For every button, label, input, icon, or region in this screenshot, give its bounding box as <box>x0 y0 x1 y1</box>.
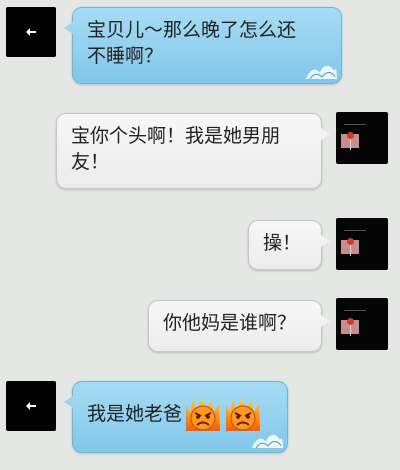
message-bubble-incoming[interactable]: 我是她老爸 <box>64 381 288 453</box>
chat-conversation: 宝贝儿～那么晚了怎么还 不睡啊？ 宝你个头啊！我是她男朋 友！ 操！ 你他妈是谁… <box>0 0 400 470</box>
message-text-line: 宝贝儿～那么晚了怎么还 <box>87 19 297 41</box>
back-arrow-icon <box>26 402 36 410</box>
message-bubble-outgoing[interactable]: 操！ <box>248 220 330 270</box>
my-avatar[interactable] <box>336 218 388 270</box>
angry-face-emoji <box>186 397 221 431</box>
bubble-tail <box>321 128 330 140</box>
wave-icon <box>306 65 337 80</box>
message-text: 你他妈是谁啊？ <box>163 312 297 334</box>
message-bubble-outgoing[interactable]: 宝你个头啊！我是她男朋 友！ <box>56 113 330 189</box>
avatar-detail <box>350 138 351 150</box>
message-bubble-incoming[interactable]: 宝贝儿～那么晚了怎么还 不睡啊？ <box>64 7 342 84</box>
wave-icon <box>252 434 283 449</box>
message-text-line: 友！ <box>71 151 110 173</box>
avatar-detail <box>350 244 351 256</box>
back-arrow-icon <box>26 28 36 36</box>
bubble-tail <box>321 235 330 247</box>
bubble-tail <box>64 22 73 34</box>
avatar-detail <box>344 230 366 231</box>
avatar-detail <box>347 318 354 325</box>
my-avatar[interactable] <box>336 112 388 164</box>
message-text: 操！ <box>263 232 302 254</box>
avatar-detail <box>350 324 351 336</box>
message-text: 我是她老爸 <box>87 403 183 425</box>
contact-avatar[interactable] <box>6 7 56 57</box>
avatar-detail <box>344 124 366 125</box>
bubble-tail <box>321 315 330 327</box>
message-text-line: 宝你个头啊！我是她男朋 <box>71 125 281 147</box>
message-content: 我是她老爸 <box>87 395 273 433</box>
bubble-tail <box>64 396 73 408</box>
avatar-detail <box>347 238 354 245</box>
message-bubble-outgoing[interactable]: 你他妈是谁啊？ <box>148 300 330 352</box>
avatar-detail <box>347 132 354 139</box>
contact-avatar[interactable] <box>6 381 56 431</box>
message-text-line: 不睡啊？ <box>87 45 164 67</box>
avatar-detail <box>344 310 366 311</box>
my-avatar[interactable] <box>336 298 388 350</box>
